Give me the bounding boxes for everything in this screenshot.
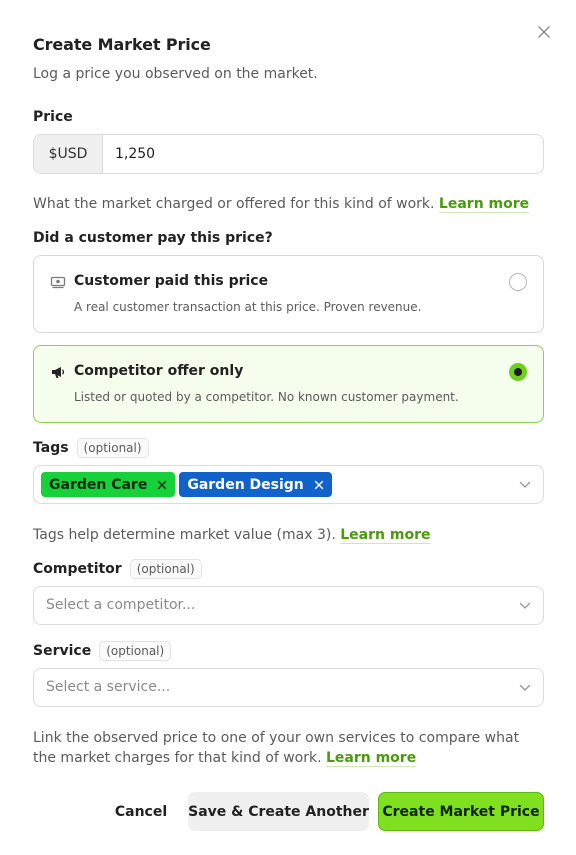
- option-competitor-offer[interactable]: Competitor offer only Listed or quoted b…: [33, 345, 544, 423]
- customer-paid-question: Did a customer pay this price?: [33, 230, 273, 246]
- competitor-select[interactable]: Select a competitor...: [33, 586, 544, 625]
- dialog-title: Create Market Price: [33, 35, 211, 54]
- create-market-price-button[interactable]: Create Market Price: [378, 792, 544, 831]
- dialog-subtitle: Log a price you observed on the market.: [33, 66, 318, 82]
- tags-label: Tags: [33, 440, 69, 456]
- price-field: $USD: [33, 134, 544, 174]
- price-label: Price: [33, 109, 73, 125]
- service-help-text: Link the observed price to one of your o…: [33, 730, 520, 766]
- chevron-down-icon: [519, 684, 531, 691]
- competitor-label: Competitor: [33, 561, 122, 577]
- tag-label: Garden Design: [187, 476, 304, 493]
- service-label-row: Service (optional): [33, 641, 172, 661]
- option-customer-paid[interactable]: Customer paid this price A real customer…: [33, 255, 544, 333]
- cancel-button[interactable]: Cancel: [104, 792, 178, 831]
- option-title: Customer paid this price: [74, 273, 269, 289]
- megaphone-icon: [52, 367, 65, 378]
- tag-chip: Garden Care: [41, 472, 176, 497]
- cash-icon: [50, 276, 66, 289]
- radio-competitor-offer[interactable]: [509, 363, 527, 381]
- option-description: A real customer transaction at this pric…: [74, 300, 422, 314]
- optional-badge: (optional): [129, 559, 202, 579]
- tags-learn-more-link[interactable]: Learn more: [340, 527, 430, 543]
- service-select[interactable]: Select a service...: [33, 668, 544, 707]
- close-icon[interactable]: [536, 24, 552, 40]
- option-description: Listed or quoted by a competitor. No kno…: [74, 390, 459, 404]
- service-learn-more-link[interactable]: Learn more: [326, 750, 416, 766]
- remove-tag-icon[interactable]: [157, 480, 167, 490]
- option-title: Competitor offer only: [74, 363, 244, 379]
- tag-chip: Garden Design: [179, 472, 332, 497]
- currency-prefix: $USD: [34, 135, 103, 173]
- remove-tag-icon[interactable]: [314, 480, 324, 490]
- tag-label: Garden Care: [49, 476, 148, 493]
- competitor-label-row: Competitor (optional): [33, 559, 202, 579]
- chevron-down-icon[interactable]: [519, 481, 531, 489]
- tags-label-row: Tags (optional): [33, 438, 149, 458]
- competitor-placeholder: Select a competitor...: [46, 597, 196, 613]
- optional-badge: (optional): [99, 641, 172, 661]
- chevron-down-icon: [519, 602, 531, 609]
- service-label: Service: [33, 643, 92, 659]
- service-help: Link the observed price to one of your o…: [33, 728, 544, 768]
- service-placeholder: Select a service...: [46, 679, 171, 695]
- tags-select[interactable]: Garden Care Garden Design: [33, 465, 544, 504]
- tags-help: Tags help determine market value (max 3)…: [33, 525, 430, 545]
- price-learn-more-link[interactable]: Learn more: [439, 196, 529, 212]
- radio-customer-paid[interactable]: [509, 273, 527, 291]
- price-help: What the market charged or offered for t…: [33, 194, 529, 214]
- price-help-text: What the market charged or offered for t…: [33, 196, 435, 212]
- tags-help-text: Tags help determine market value (max 3)…: [33, 527, 336, 543]
- save-and-create-another-button[interactable]: Save & Create Another: [188, 792, 369, 831]
- price-input[interactable]: [103, 135, 543, 173]
- optional-badge: (optional): [76, 438, 149, 458]
